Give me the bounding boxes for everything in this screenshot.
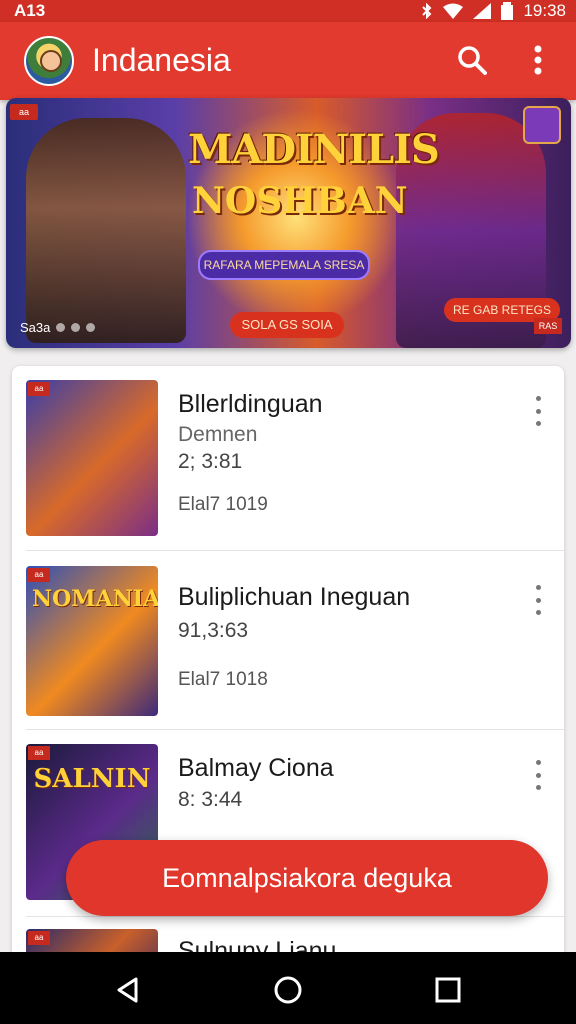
game-date: Elal7 1019 xyxy=(178,494,268,515)
thumb-label: NOMANIAS xyxy=(32,586,158,612)
banner-pager[interactable]: Sa3a xyxy=(20,320,96,335)
game-subtitle: Demnen xyxy=(178,423,258,446)
game-title: Buliplichuan Ineguan xyxy=(178,583,411,611)
recents-icon xyxy=(435,977,461,1003)
search-icon xyxy=(458,46,487,75)
item-overflow-button[interactable] xyxy=(526,585,550,615)
game-thumbnail[interactable]: aa xyxy=(26,380,158,536)
signal-icon xyxy=(473,3,492,19)
status-icons: 19:38 xyxy=(421,0,566,22)
overflow-menu-button[interactable] xyxy=(518,40,558,80)
game-title: Balmay Ciona xyxy=(178,754,334,782)
pager-dot[interactable] xyxy=(86,323,96,332)
game-count: 2; 3:81 xyxy=(178,450,243,473)
wifi-icon xyxy=(443,3,464,19)
game-count: 91,3:63 xyxy=(178,619,249,642)
list-item[interactable]: aa NOMANIAS Buliplichuan Ineguan 91,3:63… xyxy=(12,551,564,729)
home-icon xyxy=(274,976,302,1004)
thumb-badge: aa xyxy=(28,568,50,582)
item-overflow-button[interactable] xyxy=(526,396,550,426)
app-title: Indanesia xyxy=(92,42,231,78)
primary-action-button[interactable]: Eomnalpsiakora deguka xyxy=(66,840,548,916)
system-nav-bar xyxy=(0,952,576,1024)
back-icon xyxy=(117,977,138,1003)
game-thumbnail[interactable]: aa NOMANIAS xyxy=(26,566,158,716)
recents-button[interactable] xyxy=(428,970,468,1010)
item-overflow-button[interactable] xyxy=(526,760,550,790)
banner-title-line2: NOSHBAN xyxy=(192,180,408,222)
banner-title-line1: MADINILIS xyxy=(188,126,440,173)
thumb-badge: aa xyxy=(28,931,50,945)
game-date: Elal7 1018 xyxy=(178,669,268,690)
banner-hero-left xyxy=(26,118,186,343)
list-item[interactable]: aa Bllerldinguan Demnen 2; 3:81 Elal7 10… xyxy=(12,366,564,551)
thumb-badge: aa xyxy=(28,382,50,396)
more-vert-icon xyxy=(534,45,542,75)
status-left-text: A13 xyxy=(14,1,46,20)
status-time: 19:38 xyxy=(523,1,566,20)
banner-tag: RAS xyxy=(534,318,562,334)
back-button[interactable] xyxy=(108,970,148,1010)
pager-dot[interactable] xyxy=(71,323,81,332)
avatar-face xyxy=(40,50,62,72)
banner-corner-badge: aa xyxy=(10,104,38,120)
home-button[interactable] xyxy=(268,970,308,1010)
game-title: Bllerldinguan xyxy=(178,390,323,418)
promo-banner[interactable]: aa MADINILIS NOSHBAN RAFARA MEPEMALA SRE… xyxy=(6,98,571,348)
game-count: 8: 3:44 xyxy=(178,788,243,811)
banner-cta-button[interactable]: SOLA GS SOIA xyxy=(230,312,344,338)
banner-pager-text: Sa3a xyxy=(20,320,51,335)
battery-icon xyxy=(501,2,514,20)
banner-subtitle: RAFARA MEPEMALA SRESA xyxy=(198,250,370,280)
pager-dot[interactable] xyxy=(56,323,66,332)
app-avatar[interactable] xyxy=(24,36,74,86)
thumb-badge: aa xyxy=(28,746,50,760)
status-bar: A13 19:38 xyxy=(0,0,576,22)
banner-game-icon[interactable] xyxy=(523,106,561,144)
search-button[interactable] xyxy=(452,40,492,80)
app-bar: Indanesia xyxy=(0,22,576,100)
thumb-label: SALNIN xyxy=(33,764,151,794)
bluetooth-icon xyxy=(422,3,432,19)
